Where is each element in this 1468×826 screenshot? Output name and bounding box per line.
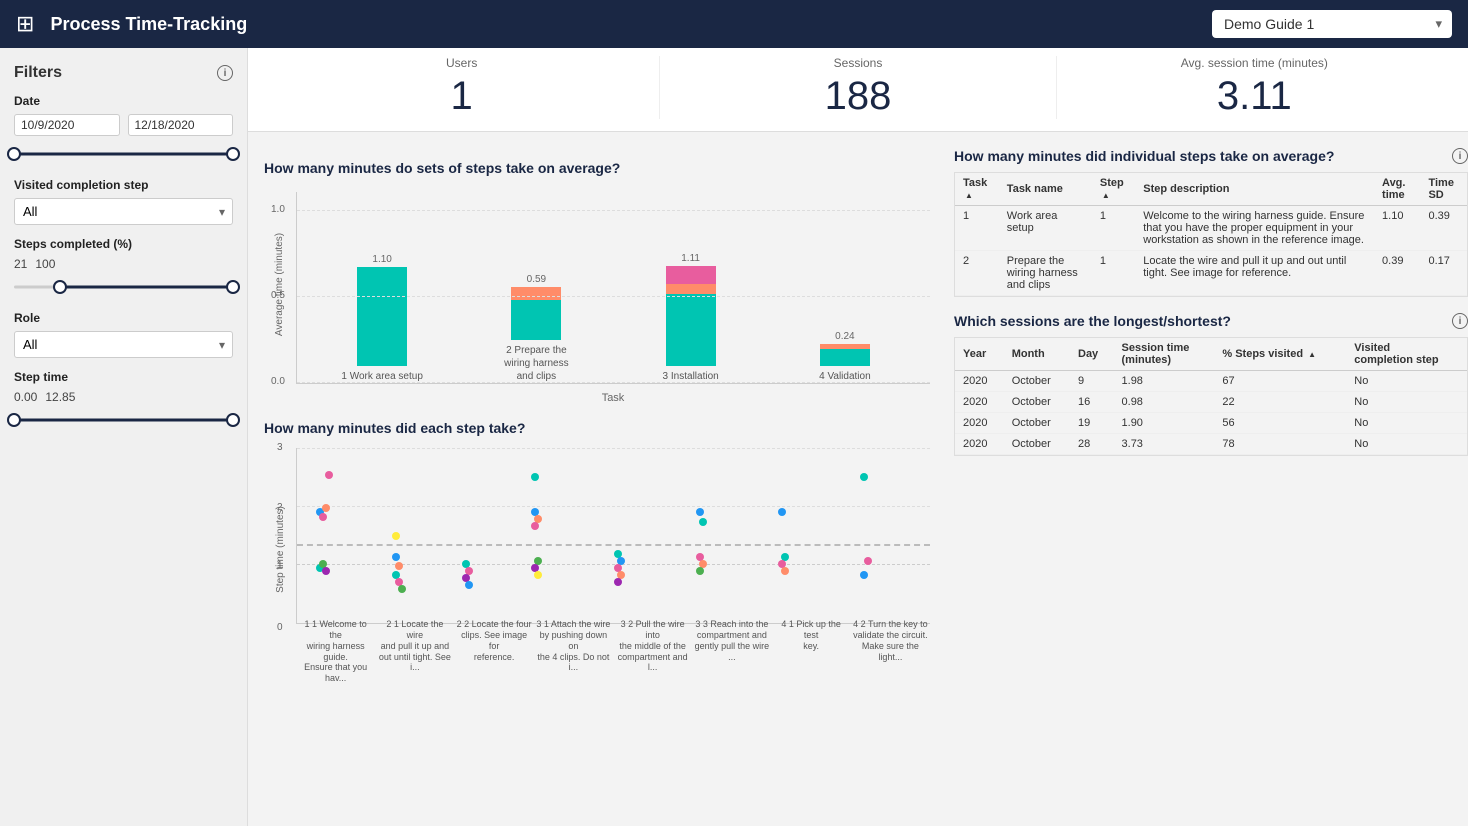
bar-2: 0.59 2 Prepare thewiring harnessand clip… bbox=[459, 274, 613, 383]
bar-1: 1.10 1 Work area setup bbox=[305, 254, 459, 383]
visited-step-dropdown[interactable]: AllYesNo bbox=[14, 198, 233, 225]
role-label: Role bbox=[14, 311, 233, 325]
avg-steps-title: How many minutes did individual steps ta… bbox=[954, 148, 1468, 164]
table-row: 2020 October 9 1.98 67 No bbox=[955, 371, 1467, 392]
date-end[interactable]: 12/18/2020 bbox=[128, 114, 234, 136]
date-filter: Date 10/9/2020 12/18/2020 bbox=[14, 94, 233, 166]
col-day: Day bbox=[1070, 338, 1114, 371]
step-time-slider-left-thumb[interactable] bbox=[7, 413, 21, 427]
sessions-section: Which sessions are the longest/shortest?… bbox=[954, 313, 1468, 456]
sessions-header-row: Year Month Day Session time(minutes) % S… bbox=[955, 338, 1467, 371]
app-icon: ⊞ bbox=[16, 11, 34, 37]
bar-3: 1.11 3 Installation bbox=[614, 253, 768, 383]
sessions-stat: Sessions 188 bbox=[660, 56, 1056, 119]
stats-row: Users 1 Sessions 188 Avg. session time (… bbox=[248, 48, 1468, 132]
app-header: ⊞ Process Time-Tracking Demo Guide 1 Dem… bbox=[0, 0, 1468, 48]
col-task: Task ▲ bbox=[955, 173, 999, 206]
date-slider[interactable] bbox=[14, 142, 233, 166]
sessions-table: Year Month Day Session time(minutes) % S… bbox=[955, 338, 1467, 455]
bar-chart-body: 1.0 0.5 0.0 1.10 1 Work area setup bbox=[296, 192, 930, 384]
scatter-chart-title: How many minutes did each step take? bbox=[264, 420, 938, 436]
steps-slider[interactable] bbox=[14, 275, 233, 299]
users-label: Users bbox=[276, 56, 647, 70]
visited-step-dropdown-wrapper: AllYesNo bbox=[14, 198, 233, 225]
avg-session-value: 3.11 bbox=[1069, 74, 1440, 119]
date-range-row: 10/9/2020 12/18/2020 bbox=[14, 114, 233, 136]
step-time-filter: Step time 0.00 12.85 bbox=[14, 370, 233, 432]
right-panel: How many minutes did individual steps ta… bbox=[938, 148, 1468, 826]
steps-completed-label: Steps completed (%) bbox=[14, 237, 233, 251]
sessions-title: Which sessions are the longest/shortest?… bbox=[954, 313, 1468, 329]
steps-slider-left-thumb[interactable] bbox=[53, 280, 67, 294]
guide-dropdown-wrapper: Demo Guide 1 Demo Guide 2 Demo Guide 3 bbox=[1212, 10, 1452, 38]
bar-chart-title: How many minutes do sets of steps take o… bbox=[264, 160, 938, 176]
step-time-max: 12.85 bbox=[45, 390, 75, 404]
table-row: 2 Prepare the wiring harness and clips 1… bbox=[955, 251, 1467, 296]
step-time-label: Step time bbox=[14, 370, 233, 384]
bar-4: 0.24 4 Validation bbox=[768, 331, 922, 383]
date-label: Date bbox=[14, 94, 233, 108]
content-area: How many minutes do sets of steps take o… bbox=[248, 148, 1468, 826]
date-slider-left-thumb[interactable] bbox=[7, 147, 21, 161]
left-charts: How many minutes do sets of steps take o… bbox=[248, 148, 938, 826]
col-month: Month bbox=[1004, 338, 1070, 371]
col-year: Year bbox=[955, 338, 1004, 371]
visited-step-label: Visited completion step bbox=[14, 178, 233, 192]
scatter-chart-container: Step time (minutes) 3 2 1 0 bbox=[264, 444, 938, 684]
avg-steps-header-row: Task ▲ Task name Step ▲ Step description… bbox=[955, 173, 1467, 206]
table-row: 1 Work area setup 1 Welcome to the wirin… bbox=[955, 206, 1467, 251]
sessions-label: Sessions bbox=[672, 56, 1043, 70]
avg-steps-table: Task ▲ Task name Step ▲ Step description… bbox=[955, 173, 1467, 296]
main-layout: Filters i Date 10/9/2020 12/18/2020 Visi… bbox=[0, 48, 1468, 826]
steps-completed-filter: Steps completed (%) 21 100 bbox=[14, 237, 233, 299]
col-avg-time: Avg. time bbox=[1374, 173, 1420, 206]
bar-chart-y-label: Average time (minutes) bbox=[275, 232, 286, 335]
filters-title: Filters i bbox=[14, 64, 233, 82]
sessions-info-icon[interactable]: i bbox=[1452, 313, 1468, 329]
date-slider-right-thumb[interactable] bbox=[226, 147, 240, 161]
table-row: 2020 October 16 0.98 22 No bbox=[955, 392, 1467, 413]
avg-session-stat: Avg. session time (minutes) 3.11 bbox=[1057, 56, 1452, 119]
step-time-slider-right-thumb[interactable] bbox=[226, 413, 240, 427]
date-start[interactable]: 10/9/2020 bbox=[14, 114, 120, 136]
avg-steps-table-wrapper: Task ▲ Task name Step ▲ Step description… bbox=[954, 172, 1468, 297]
bar-chart-x-label: Task bbox=[296, 392, 930, 404]
table-row: 2020 October 28 3.73 78 No bbox=[955, 434, 1467, 455]
app-title: Process Time-Tracking bbox=[50, 14, 1196, 35]
sessions-table-wrapper: Year Month Day Session time(minutes) % S… bbox=[954, 337, 1468, 456]
table-row: 2020 October 19 1.90 56 No bbox=[955, 413, 1467, 434]
col-session-time: Session time(minutes) bbox=[1114, 338, 1215, 371]
sidebar: Filters i Date 10/9/2020 12/18/2020 Visi… bbox=[0, 48, 248, 826]
avg-session-label: Avg. session time (minutes) bbox=[1069, 56, 1440, 70]
users-value: 1 bbox=[276, 74, 647, 119]
col-time-sd: Time SD bbox=[1420, 173, 1467, 206]
col-visited-completion: Visitedcompletion step bbox=[1346, 338, 1467, 371]
sessions-value: 188 bbox=[672, 74, 1043, 119]
visited-step-filter: Visited completion step AllYesNo bbox=[14, 178, 233, 225]
col-step: Step ▲ bbox=[1092, 173, 1135, 206]
scatter-body: 3 2 1 0 bbox=[296, 448, 930, 624]
steps-min-val: 21 bbox=[14, 257, 27, 271]
bar-chart-container: Average time (minutes) 1.0 0.5 0.0 bbox=[264, 184, 938, 404]
step-time-slider[interactable] bbox=[14, 408, 233, 432]
role-filter: Role AllAdminUser bbox=[14, 311, 233, 358]
steps-max-val: 100 bbox=[35, 257, 55, 271]
col-steps-visited: % Steps visited ▲ bbox=[1214, 338, 1346, 371]
avg-steps-section: How many minutes did individual steps ta… bbox=[954, 148, 1468, 297]
guide-dropdown[interactable]: Demo Guide 1 Demo Guide 2 Demo Guide 3 bbox=[1212, 10, 1452, 38]
role-dropdown[interactable]: AllAdminUser bbox=[14, 331, 233, 358]
scatter-y-label: Step time (minutes) bbox=[275, 506, 286, 593]
avg-steps-info-icon[interactable]: i bbox=[1452, 148, 1468, 164]
users-stat: Users 1 bbox=[264, 56, 660, 119]
step-time-min: 0.00 bbox=[14, 390, 37, 404]
col-task-name: Task name bbox=[999, 173, 1092, 206]
filters-info-icon[interactable]: i bbox=[217, 65, 233, 81]
col-step-desc: Step description bbox=[1135, 173, 1374, 206]
steps-slider-right-thumb[interactable] bbox=[226, 280, 240, 294]
role-dropdown-wrapper: AllAdminUser bbox=[14, 331, 233, 358]
